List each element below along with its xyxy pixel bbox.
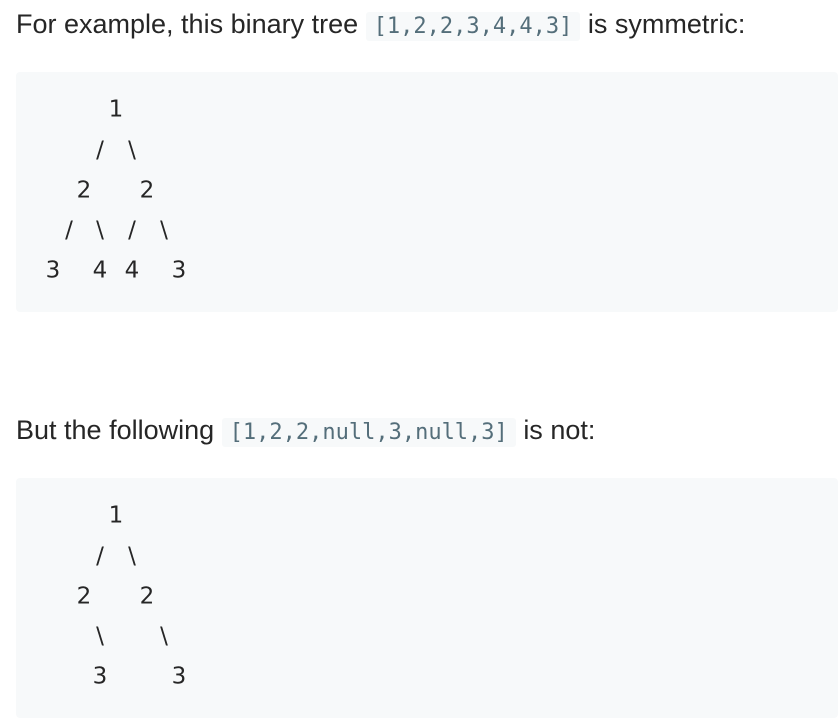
symmetric-tree-code-block: 1 / \ 2 2 / \ / \ 3 4 4 3	[16, 72, 838, 312]
non-symmetric-tree-diagram: 1 / \ 2 2 \ \ 3 3	[16, 478, 838, 718]
example-symmetric-array-code: [1,2,2,3,4,4,3]	[365, 12, 581, 41]
tree1-node-left: 2	[76, 177, 92, 204]
symmetric-tree-diagram: 1 / \ 2 2 / \ / \ 3 4 4 3	[16, 72, 838, 312]
tree2-node-lr: 3	[92, 663, 108, 690]
tree2-node-rr: 3	[171, 663, 187, 690]
tree1-edge-left-left: /	[65, 217, 73, 244]
tree1-edge-left-right: \	[96, 217, 104, 244]
tree1-node-rl: 4	[124, 257, 140, 284]
tree1-edge-right-right: \	[160, 217, 168, 244]
example-not-symmetric-prefix: But the following	[16, 415, 215, 445]
tree1-node-right: 2	[139, 177, 155, 204]
tree2-edge-right: \	[128, 543, 136, 570]
tree1-node-ll: 3	[45, 257, 61, 284]
tree2-node-right: 2	[139, 583, 155, 610]
tree2-node-left: 2	[76, 583, 92, 610]
example-symmetric-suffix: is symmetric:	[587, 9, 746, 39]
tree2-edge-right-right: \	[160, 623, 168, 650]
tree1-edge-right: \	[128, 137, 136, 164]
tree1-node-rr: 3	[171, 257, 187, 284]
tree1-edge-right-left: /	[128, 217, 136, 244]
example-symmetric-prefix: For example, this binary tree	[16, 9, 359, 39]
example-not-symmetric-array-code: [1,2,2,null,3,null,3]	[221, 418, 516, 447]
non-symmetric-tree-code-block: 1 / \ 2 2 \ \ 3 3	[16, 478, 838, 718]
tree2-edge-left-right: \	[96, 623, 104, 650]
tree1-edge-left: /	[96, 137, 104, 164]
tree1-node-root: 1	[108, 96, 124, 123]
example-symmetric-text: For example, this binary tree [1,2,2,3,4…	[16, 4, 745, 47]
tree2-edge-left: /	[96, 543, 104, 570]
example-not-symmetric-text: But the following [1,2,2,null,3,null,3] …	[16, 410, 595, 453]
tree1-node-lr: 4	[92, 257, 108, 284]
tree2-node-root: 1	[108, 502, 124, 529]
example-not-symmetric-suffix: is not:	[523, 415, 596, 445]
